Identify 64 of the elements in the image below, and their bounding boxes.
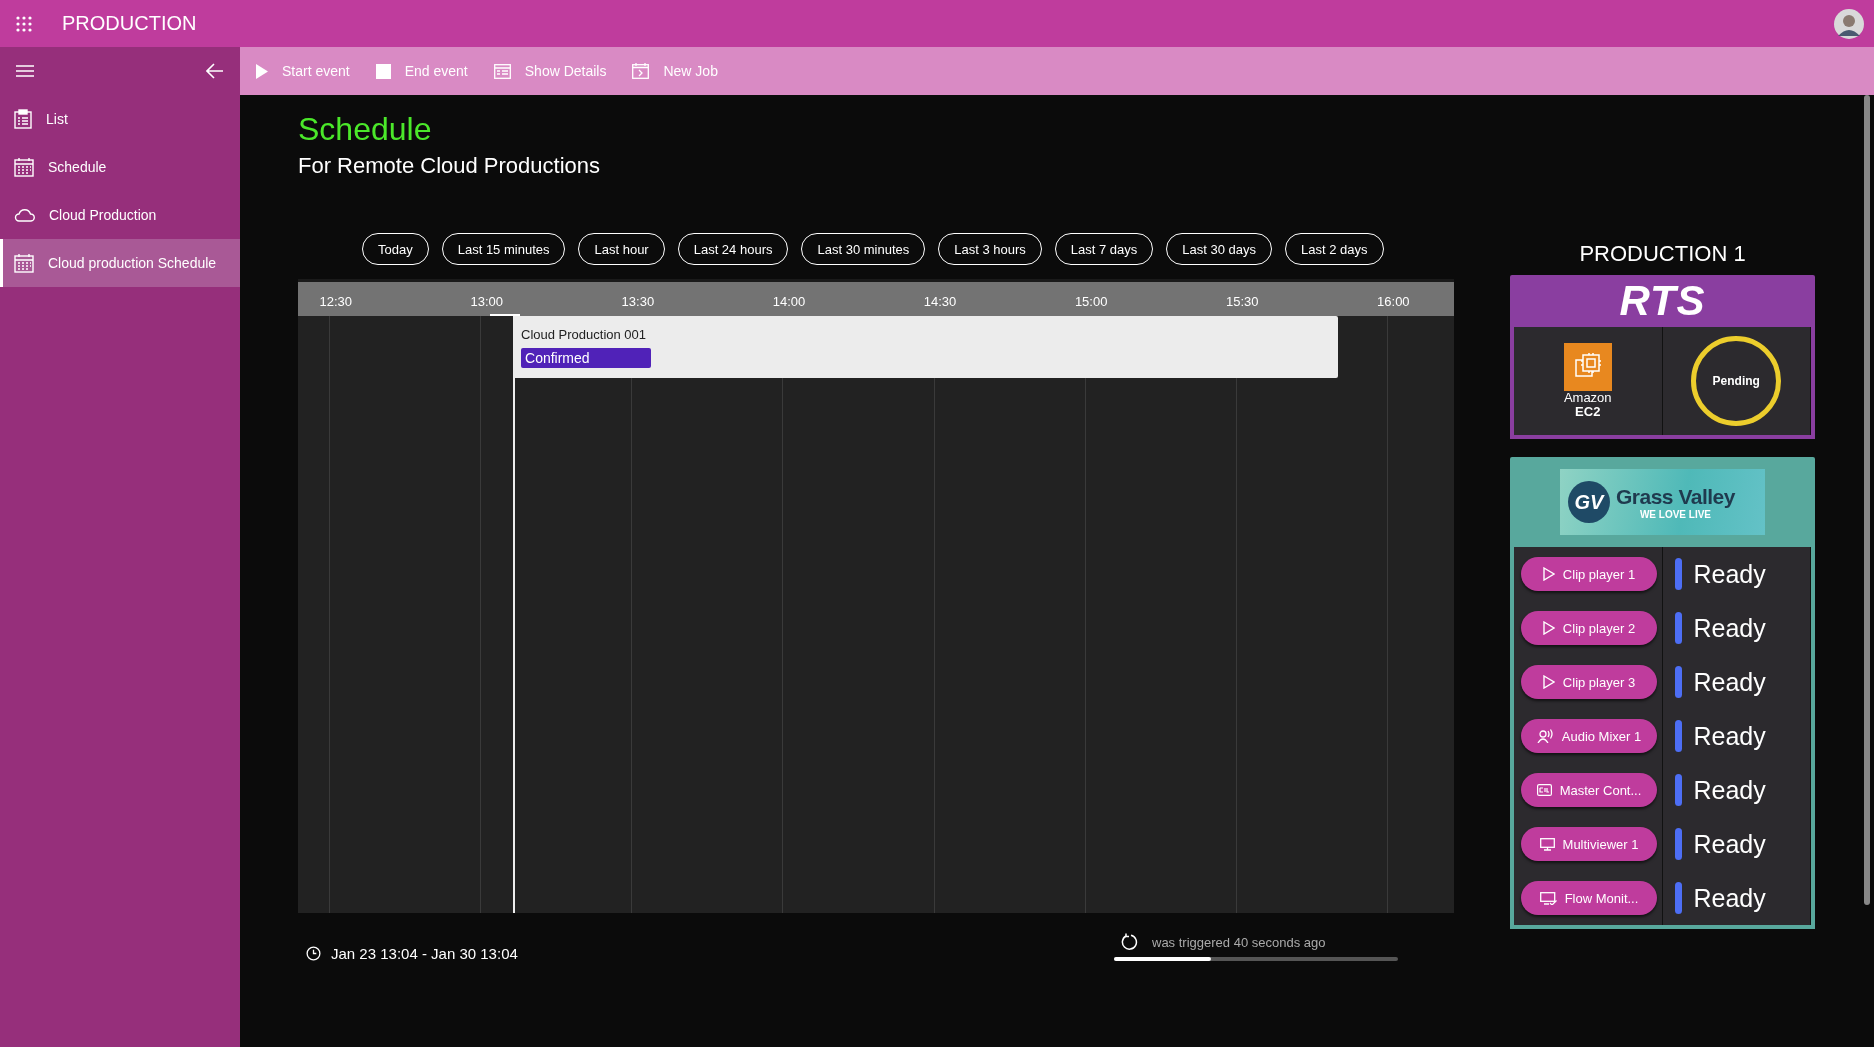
panel-title: PRODUCTION 1 — [1578, 241, 1747, 268]
avatar-icon[interactable] — [1834, 8, 1864, 39]
device-status: Ready — [1693, 829, 1766, 859]
rts-logo: RTS — [1619, 277, 1706, 325]
time-label: 14:00 — [772, 294, 806, 309]
device-button[interactable]: Flow Monit... — [1521, 881, 1657, 915]
time-label: 16:00 — [1377, 294, 1410, 309]
trigger-status: was triggered 40 seconds ago — [1152, 934, 1326, 950]
device-status: Ready — [1693, 883, 1766, 913]
service-name: Amazon EC2 — [1563, 391, 1612, 419]
vendor-logo: GV Grass Valley WE LOVE LIVE — [1560, 469, 1765, 535]
menu-icon[interactable] — [16, 65, 34, 77]
app-launcher-icon[interactable] — [16, 15, 32, 32]
time-label: 15:00 — [1074, 294, 1108, 309]
device-button[interactable]: Clip player 1 — [1521, 557, 1657, 591]
device-status: Ready — [1693, 775, 1766, 805]
device-status: Ready — [1693, 559, 1766, 589]
device-button[interactable]: Audio Mixer 1 — [1521, 719, 1657, 753]
scrollbar[interactable] — [1864, 95, 1870, 905]
device-status: Ready — [1693, 667, 1766, 697]
back-arrow-icon[interactable] — [206, 63, 224, 79]
play-outline-icon — [1542, 567, 1555, 581]
status-tag: Confirmed — [521, 348, 651, 368]
device-button[interactable]: Multiviewer 1 — [1521, 827, 1657, 861]
current-time-marker — [489, 314, 520, 316]
time-label: 15:30 — [1225, 294, 1259, 309]
person-audio-icon — [1536, 729, 1554, 743]
time-label: 14:30 — [923, 294, 957, 309]
device-status: Ready — [1693, 721, 1766, 751]
play-outline-icon — [1542, 621, 1555, 635]
event-title: Cloud Production 001 — [521, 327, 648, 342]
monitor-check-icon — [1539, 891, 1557, 905]
keyboard-key-icon — [1536, 784, 1552, 796]
app-title: PRODUCTION — [62, 12, 198, 35]
clipboard-icon — [14, 109, 32, 129]
event-card[interactable]: Cloud Production 001 Confirmed — [513, 316, 1339, 378]
calendar-icon — [632, 63, 650, 79]
refresh-icon[interactable] — [1120, 933, 1138, 951]
play-icon — [256, 63, 268, 79]
pending-indicator: Pending — [1691, 336, 1782, 426]
timeline-panel[interactable]: 12:30 13:00 13:30 14:00 14:30 15:00 15:30 16:00 Cloud Production 001 Confirmed — [298, 279, 1454, 913]
calendar-icon — [14, 253, 34, 273]
nav-item[interactable]: Schedule — [0, 143, 240, 191]
cloud-icon — [14, 208, 35, 222]
clock-icon — [306, 946, 321, 961]
nav-item[interactable]: Cloud production Schedule — [0, 239, 240, 287]
page-title: Schedule — [298, 110, 433, 149]
nav-item[interactable]: Cloud Production — [0, 191, 240, 239]
play-outline-icon — [1542, 675, 1555, 689]
device-button[interactable]: Master Cont... — [1521, 773, 1657, 807]
device-status: Ready — [1693, 613, 1766, 643]
calendar-icon — [14, 157, 34, 177]
monitor-icon — [1539, 837, 1555, 851]
chip-icon — [1563, 343, 1612, 391]
stop-icon — [375, 63, 391, 79]
device-button[interactable]: Clip player 3 — [1521, 665, 1657, 699]
time-label: 13:00 — [470, 294, 504, 309]
time-label: 13:30 — [621, 294, 655, 309]
nav-item[interactable]: List — [0, 95, 240, 143]
page-subtitle: For Remote Cloud Productions — [298, 153, 602, 179]
date-range: Jan 23 13:04 - Jan 30 13:04 — [331, 945, 518, 962]
details-icon — [493, 63, 511, 79]
time-label: 12:30 — [319, 294, 352, 309]
device-button[interactable]: Clip player 2 — [1521, 611, 1657, 645]
